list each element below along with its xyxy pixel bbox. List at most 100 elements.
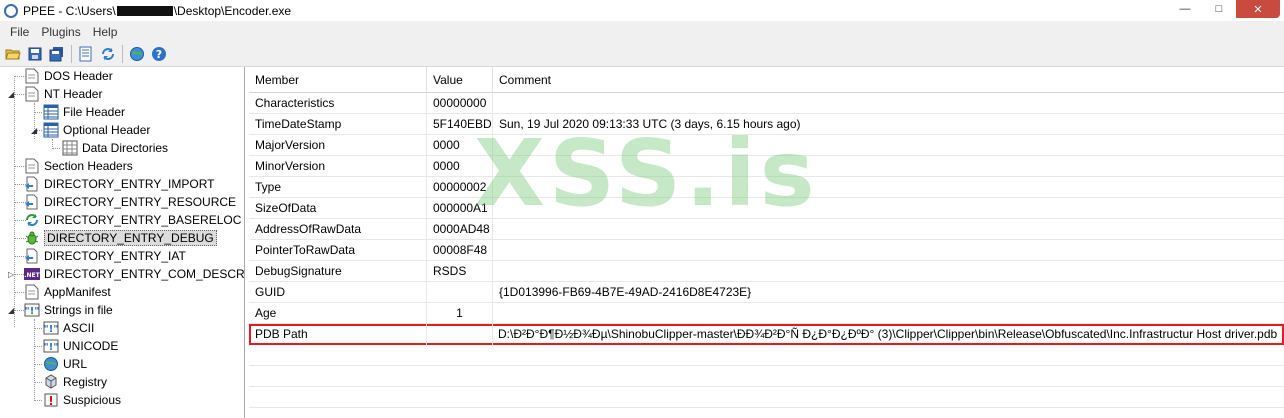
tree-item-dos-header[interactable]: DOS Header (24, 67, 113, 85)
tree-item-directory-entry-com-descriptor[interactable]: ▷ .NET DIRECTORY_ENTRY_COM_DESCRIPTO (8, 265, 244, 283)
tree-item-url[interactable]: URL (43, 355, 87, 373)
cell-member: AddressOfRawData (249, 219, 427, 240)
doc-icon (24, 86, 40, 102)
redacted-username (116, 6, 173, 17)
save-icon[interactable] (24, 44, 45, 65)
net-icon: .NET (24, 266, 40, 282)
window-title: PPEE - C:\Users\ \Desktop\Encoder.exe (23, 3, 292, 18)
tree-item-directory-entry-debug[interactable]: DIRECTORY_ENTRY_DEBUG (24, 229, 217, 247)
column-header-member[interactable]: Member (249, 67, 427, 93)
hex-icon[interactable] (75, 44, 96, 65)
cell-comment (493, 198, 1284, 219)
tree-item-suspicious[interactable]: ! Suspicious (43, 391, 121, 409)
cell-member: MajorVersion (249, 135, 427, 156)
svg-text:"!": "!" (44, 342, 59, 353)
tree-item-ascii[interactable]: "!" ASCII (43, 319, 94, 337)
cell-value: RSDS (427, 261, 493, 282)
app-icon (4, 3, 18, 18)
collapse-arrow-icon[interactable]: ◢ (31, 126, 39, 135)
globe-icon (43, 356, 59, 372)
tree-item-section-headers[interactable]: Section Headers (24, 157, 133, 175)
tree-item-nt-header[interactable]: ◢ NT Header (8, 85, 102, 103)
help-icon[interactable]: ? (148, 44, 169, 65)
cell-member: GUID (249, 282, 427, 303)
cell-member: SizeOfData (249, 198, 427, 219)
structure-tree: DOS Header ◢ NT Header File Header ◢ Opt… (0, 67, 245, 418)
cell-member: MinorVersion (249, 156, 427, 177)
menu-plugins[interactable]: Plugins (35, 25, 86, 39)
cell-member: Age (249, 303, 427, 324)
table-row[interactable]: MajorVersion 0000 (249, 135, 1284, 156)
cell-value: 0000 (427, 156, 493, 177)
debug-directory-grid: Member Value Comment Characteristics 000… (249, 67, 1284, 418)
cell-member: Type (249, 177, 427, 198)
cell-value: 00000000 (427, 93, 493, 114)
menu-help[interactable]: Help (87, 25, 124, 39)
open-icon[interactable] (2, 44, 23, 65)
tree-item-strings-in-file[interactable]: ◢ "!" Strings in file (8, 301, 113, 319)
tree-item-directory-entry-iat[interactable]: DIRECTORY_ENTRY_IAT (24, 247, 186, 265)
title-bar: PPEE - C:\Users\ \Desktop\Encoder.exe — □… (0, 0, 1284, 21)
table-row[interactable]: Age 1 (249, 303, 1284, 324)
tree-item-data-directories[interactable]: Data Directories (62, 139, 168, 157)
table-row-pdb-path[interactable]: PDB Path D:\Ð²Ð°Ð¶Ð½Ð¾Ðµ\ShinobuClipper-… (249, 324, 1284, 345)
toolbar: ? (0, 42, 1284, 67)
table-row-empty (249, 345, 1284, 366)
table-row[interactable]: TimeDateStamp 5F140EBD Sun, 19 Jul 2020 … (249, 114, 1284, 135)
cell-value: 00000002 (427, 177, 493, 198)
grid-header: Member Value Comment (249, 67, 1284, 93)
globe-icon[interactable] (126, 44, 147, 65)
table-row[interactable]: MinorVersion 0000 (249, 156, 1284, 177)
doc-icon (24, 68, 40, 84)
cell-value (427, 324, 493, 345)
cell-comment: Sun, 19 Jul 2020 09:13:33 UTC (3 days, 6… (499, 117, 801, 131)
table-row-empty (249, 366, 1284, 387)
minimize-button[interactable]: — (1168, 0, 1202, 18)
close-button[interactable]: ✕ (1236, 0, 1280, 18)
collapse-arrow-icon[interactable]: ◢ (8, 90, 16, 99)
save-all-icon[interactable] (46, 44, 67, 65)
table-row[interactable]: SizeOfData 000000A1 (249, 198, 1284, 219)
cell-member: PDB Path (249, 324, 427, 345)
tree-item-directory-entry-import[interactable]: DIRECTORY_ENTRY_IMPORT (24, 175, 214, 193)
tree-item-appmanifest[interactable]: AppManifest (24, 283, 111, 301)
bug-icon (24, 230, 40, 246)
menu-file[interactable]: File (4, 25, 35, 39)
cell-comment (493, 240, 1284, 261)
table-icon (43, 122, 59, 138)
tree-item-optional-header[interactable]: ◢ Optional Header (31, 121, 150, 139)
svg-text:!: ! (48, 394, 53, 408)
doc-icon (24, 284, 40, 300)
tree-item-unicode[interactable]: "!" UNICODE (43, 337, 118, 355)
table-row[interactable]: Type 00000002 (249, 177, 1284, 198)
cell-comment (493, 93, 1284, 114)
tree-item-directory-entry-resource[interactable]: DIRECTORY_ENTRY_RESOURCE (24, 193, 236, 211)
column-header-value[interactable]: Value (427, 67, 493, 93)
column-header-comment[interactable]: Comment (493, 67, 1284, 93)
tree-item-file-header[interactable]: File Header (43, 103, 125, 121)
window-controls: — □ ✕ (1168, 0, 1280, 18)
cell-value: 000000A1 (427, 198, 493, 219)
svg-text:?: ? (155, 48, 161, 61)
cell-comment (493, 261, 1284, 282)
registry-icon (43, 374, 59, 390)
cell-value: 00008F48 (427, 240, 493, 261)
tree-item-registry[interactable]: Registry (43, 373, 107, 391)
expand-arrow-icon[interactable]: ▷ (8, 270, 16, 279)
cell-comment: {1D013996-FB69-4B7E-49AD-2416D8E4723E} (499, 285, 752, 299)
tree-item-directory-entry-basereloc[interactable]: DIRECTORY_ENTRY_BASERELOC (24, 211, 241, 229)
refresh-icon[interactable] (97, 44, 118, 65)
table-row[interactable]: DebugSignature RSDS (249, 261, 1284, 282)
cell-comment (493, 156, 1284, 177)
maximize-button[interactable]: □ (1202, 0, 1236, 18)
cell-member: TimeDateStamp (249, 114, 427, 135)
cell-value: 0000AD48 (427, 219, 493, 240)
cell-member: DebugSignature (249, 261, 427, 282)
table-row[interactable]: Characteristics 00000000 (249, 93, 1284, 114)
table-row[interactable]: AddressOfRawData 0000AD48 (249, 219, 1284, 240)
toolbar-separator (71, 45, 72, 63)
table-row[interactable]: GUID {1D013996-FB69-4B7E-49AD-2416D8E472… (249, 282, 1284, 303)
collapse-arrow-icon[interactable]: ◢ (8, 306, 16, 315)
table-row[interactable]: PointerToRawData 00008F48 (249, 240, 1284, 261)
toolbar-separator (122, 45, 123, 63)
